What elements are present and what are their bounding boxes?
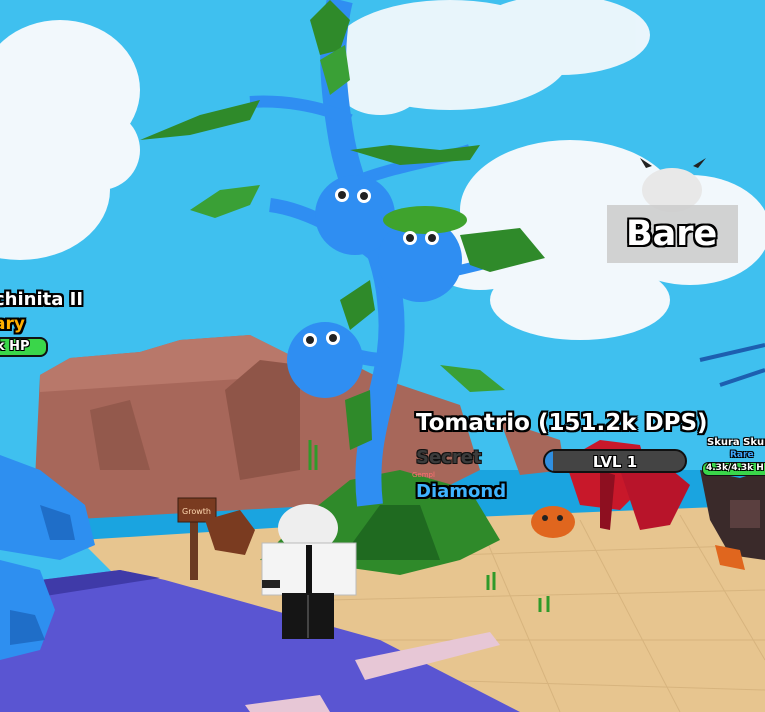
right-enemy-rarity: Rare	[730, 450, 754, 460]
left-enemy-hp-bar: k HP	[0, 337, 48, 357]
pet-level-text: LVL 1	[592, 453, 638, 471]
left-enemy-hp-text: k HP	[0, 339, 30, 354]
right-enemy-hp-text: 4.3k/4.3k H	[706, 463, 764, 473]
game-world-view[interactable]: Growth	[0, 0, 765, 712]
pet-variant-label: Diamond	[416, 481, 507, 502]
tomato-head	[287, 322, 363, 398]
pet-name-label: Tomatrio (151.2k DPS)	[416, 410, 708, 436]
pet-rarity-label: Secret	[416, 447, 482, 468]
small-label: Gempl	[412, 471, 435, 479]
player-name: Bare	[626, 214, 718, 254]
left-enemy-name: chinita II	[0, 289, 84, 310]
orange-pet[interactable]	[531, 506, 575, 538]
right-enemy-name: Skura Skura	[707, 437, 765, 448]
sign-text: Growth	[182, 507, 211, 516]
left-enemy-rarity: ary	[0, 314, 25, 334]
pet-level-bar: LVL 1	[543, 449, 687, 473]
right-enemy-hp-bar: 4.3k/4.3k H	[702, 462, 765, 476]
